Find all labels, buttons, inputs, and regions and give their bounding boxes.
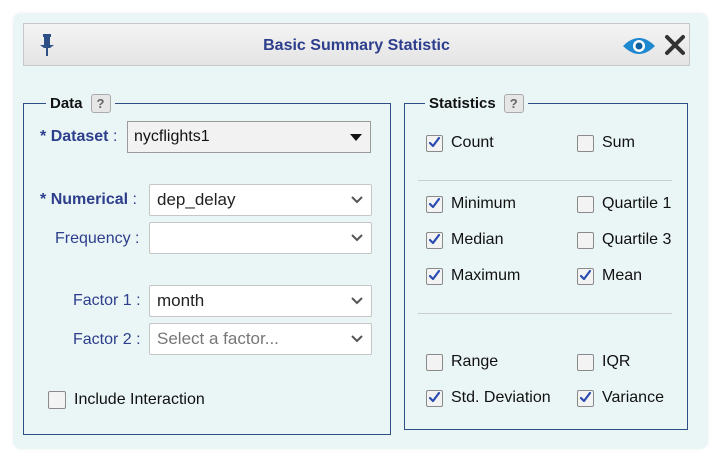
data-legend: Data ? [46, 94, 115, 113]
chevron-down-icon [351, 297, 363, 305]
divider [418, 180, 672, 181]
checkbox-box[interactable] [577, 195, 594, 213]
stat-checkbox-minimum[interactable]: Minimum [426, 195, 516, 213]
divider [418, 313, 672, 314]
factor1-value: month [157, 291, 205, 310]
stat-checkbox-quartile3[interactable]: Quartile 3 [577, 231, 671, 249]
window-title: Basic Summary Statistic [263, 37, 450, 54]
factor2-select[interactable]: Select a factor... [149, 323, 372, 355]
factor1-select[interactable]: month [149, 285, 372, 317]
checkbox-box[interactable] [577, 231, 594, 249]
checkbox-box[interactable] [577, 353, 594, 371]
checkmark-icon [428, 136, 441, 147]
factor1-label: Factor 1 : [73, 292, 141, 309]
stat-checkbox-maximum[interactable]: Maximum [426, 267, 520, 285]
statistics-help-button[interactable]: ? [503, 94, 524, 113]
numerical-select[interactable]: dep_delay [149, 184, 372, 216]
checkbox-box[interactable] [577, 134, 594, 152]
checkbox-box[interactable] [577, 267, 594, 285]
dataset-select[interactable]: nycflights1 [127, 121, 371, 153]
stat-label: Maximum [451, 267, 521, 284]
stat-label: Quartile 1 [602, 195, 672, 212]
stat-checkbox-mean[interactable]: Mean [577, 267, 642, 285]
stat-checkbox-range[interactable]: Range [426, 353, 498, 371]
stat-label: Count [451, 134, 494, 151]
stat-checkbox-iqr[interactable]: IQR [577, 353, 630, 371]
frequency-select[interactable] [149, 222, 372, 254]
checkmark-icon [579, 269, 592, 280]
checkbox-box[interactable] [426, 134, 443, 152]
checkmark-icon [428, 197, 441, 208]
stat-label: Std. Deviation [451, 389, 551, 406]
close-icon[interactable] [664, 34, 686, 56]
stat-checkbox-sum[interactable]: Sum [577, 134, 635, 152]
data-legend-text: Data [50, 95, 83, 112]
checkbox-box[interactable] [426, 231, 443, 249]
frequency-label: Frequency : [55, 230, 140, 247]
checkmark-icon [428, 269, 441, 280]
eye-icon[interactable] [622, 36, 656, 56]
stat-checkbox-variance[interactable]: Variance [577, 389, 664, 407]
chevron-down-icon [351, 196, 363, 204]
stat-label: Minimum [451, 195, 516, 212]
stat-label: IQR [602, 353, 631, 370]
chevron-down-icon [351, 234, 363, 242]
chevron-down-icon [351, 335, 363, 343]
stat-label: Variance [602, 389, 664, 406]
stat-label: Quartile 3 [602, 231, 672, 248]
numerical-value: dep_delay [157, 190, 236, 209]
numerical-label: * Numerical : [40, 191, 137, 208]
dataset-label: * Dataset : [40, 128, 118, 145]
checkmark-icon [428, 391, 441, 402]
stat-label: Mean [602, 267, 643, 284]
checkmark-icon [428, 233, 441, 244]
statistics-legend: Statistics ? [425, 94, 528, 113]
stat-checkbox-median[interactable]: Median [426, 231, 503, 249]
dataset-value: nycflights1 [134, 128, 210, 145]
include-interaction-label: Include Interaction [74, 391, 205, 408]
data-help-button[interactable]: ? [90, 94, 111, 113]
checkbox-box[interactable] [426, 389, 443, 407]
factor2-placeholder: Select a factor... [157, 329, 279, 348]
statistics-legend-text: Statistics [429, 95, 496, 112]
factor2-label: Factor 2 : [73, 331, 141, 348]
checkbox-box[interactable] [426, 267, 443, 285]
checkbox-box[interactable] [48, 391, 66, 409]
checkbox-box[interactable] [577, 389, 594, 407]
stat-label: Sum [602, 134, 635, 151]
stat-label: Range [451, 353, 499, 370]
dropdown-arrow-icon [350, 134, 362, 141]
stat-checkbox-std-dev[interactable]: Std. Deviation [426, 389, 551, 407]
checkbox-box[interactable] [426, 353, 443, 371]
title-bar: Basic Summary Statistic [23, 23, 690, 66]
stat-checkbox-quartile1[interactable]: Quartile 1 [577, 195, 671, 213]
checkbox-box[interactable] [426, 195, 443, 213]
checkmark-icon [579, 391, 592, 402]
include-interaction-checkbox[interactable]: Include Interaction [48, 391, 205, 409]
stat-label: Median [451, 231, 504, 248]
stat-checkbox-count[interactable]: Count [426, 134, 494, 152]
